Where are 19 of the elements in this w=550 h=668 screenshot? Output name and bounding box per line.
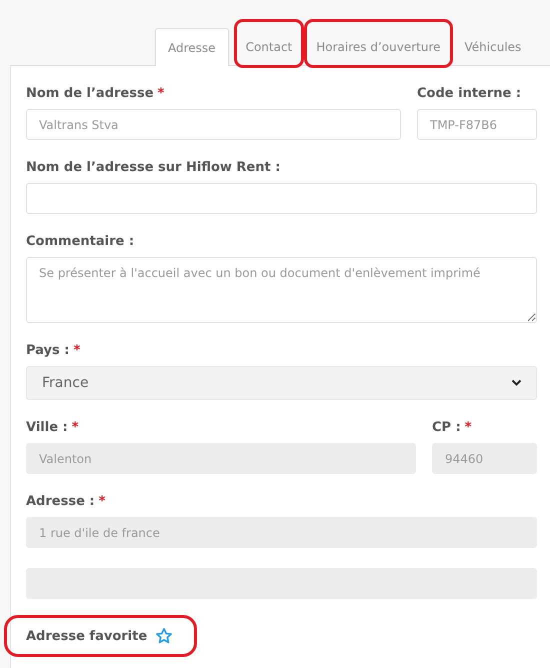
input-field[interactable] [26,183,537,214]
tab[interactable]: Adresse [155,28,229,66]
field-label: Commentaire : [26,234,136,249]
favorite-label: Adresse favorite [26,628,148,644]
field-label: CP : * [432,420,473,435]
chevron-down-icon [511,379,522,387]
tab[interactable]: Véhicules [458,27,528,65]
input-field[interactable]: Valtrans Stva [26,109,401,140]
input-field[interactable]: TMP-F87B6 [417,109,537,140]
comment-field[interactable]: Se présenter à l'accueil avec un bon ou document d'enlèvement imprimé [26,257,537,323]
field-label: Code interne : [417,86,522,101]
field-label: Pays : * [26,343,82,358]
tab[interactable]: Horaires d’ouverture [309,27,448,65]
field-label: Nom de l’adresse sur Hiflow Rent : [26,160,282,175]
star-icon[interactable] [155,627,174,645]
field-label: Adresse : * [26,494,106,509]
field-label: Nom de l’adresse * [26,86,166,101]
field-label: Ville : * [26,420,80,435]
tab[interactable]: Contact [238,27,300,65]
